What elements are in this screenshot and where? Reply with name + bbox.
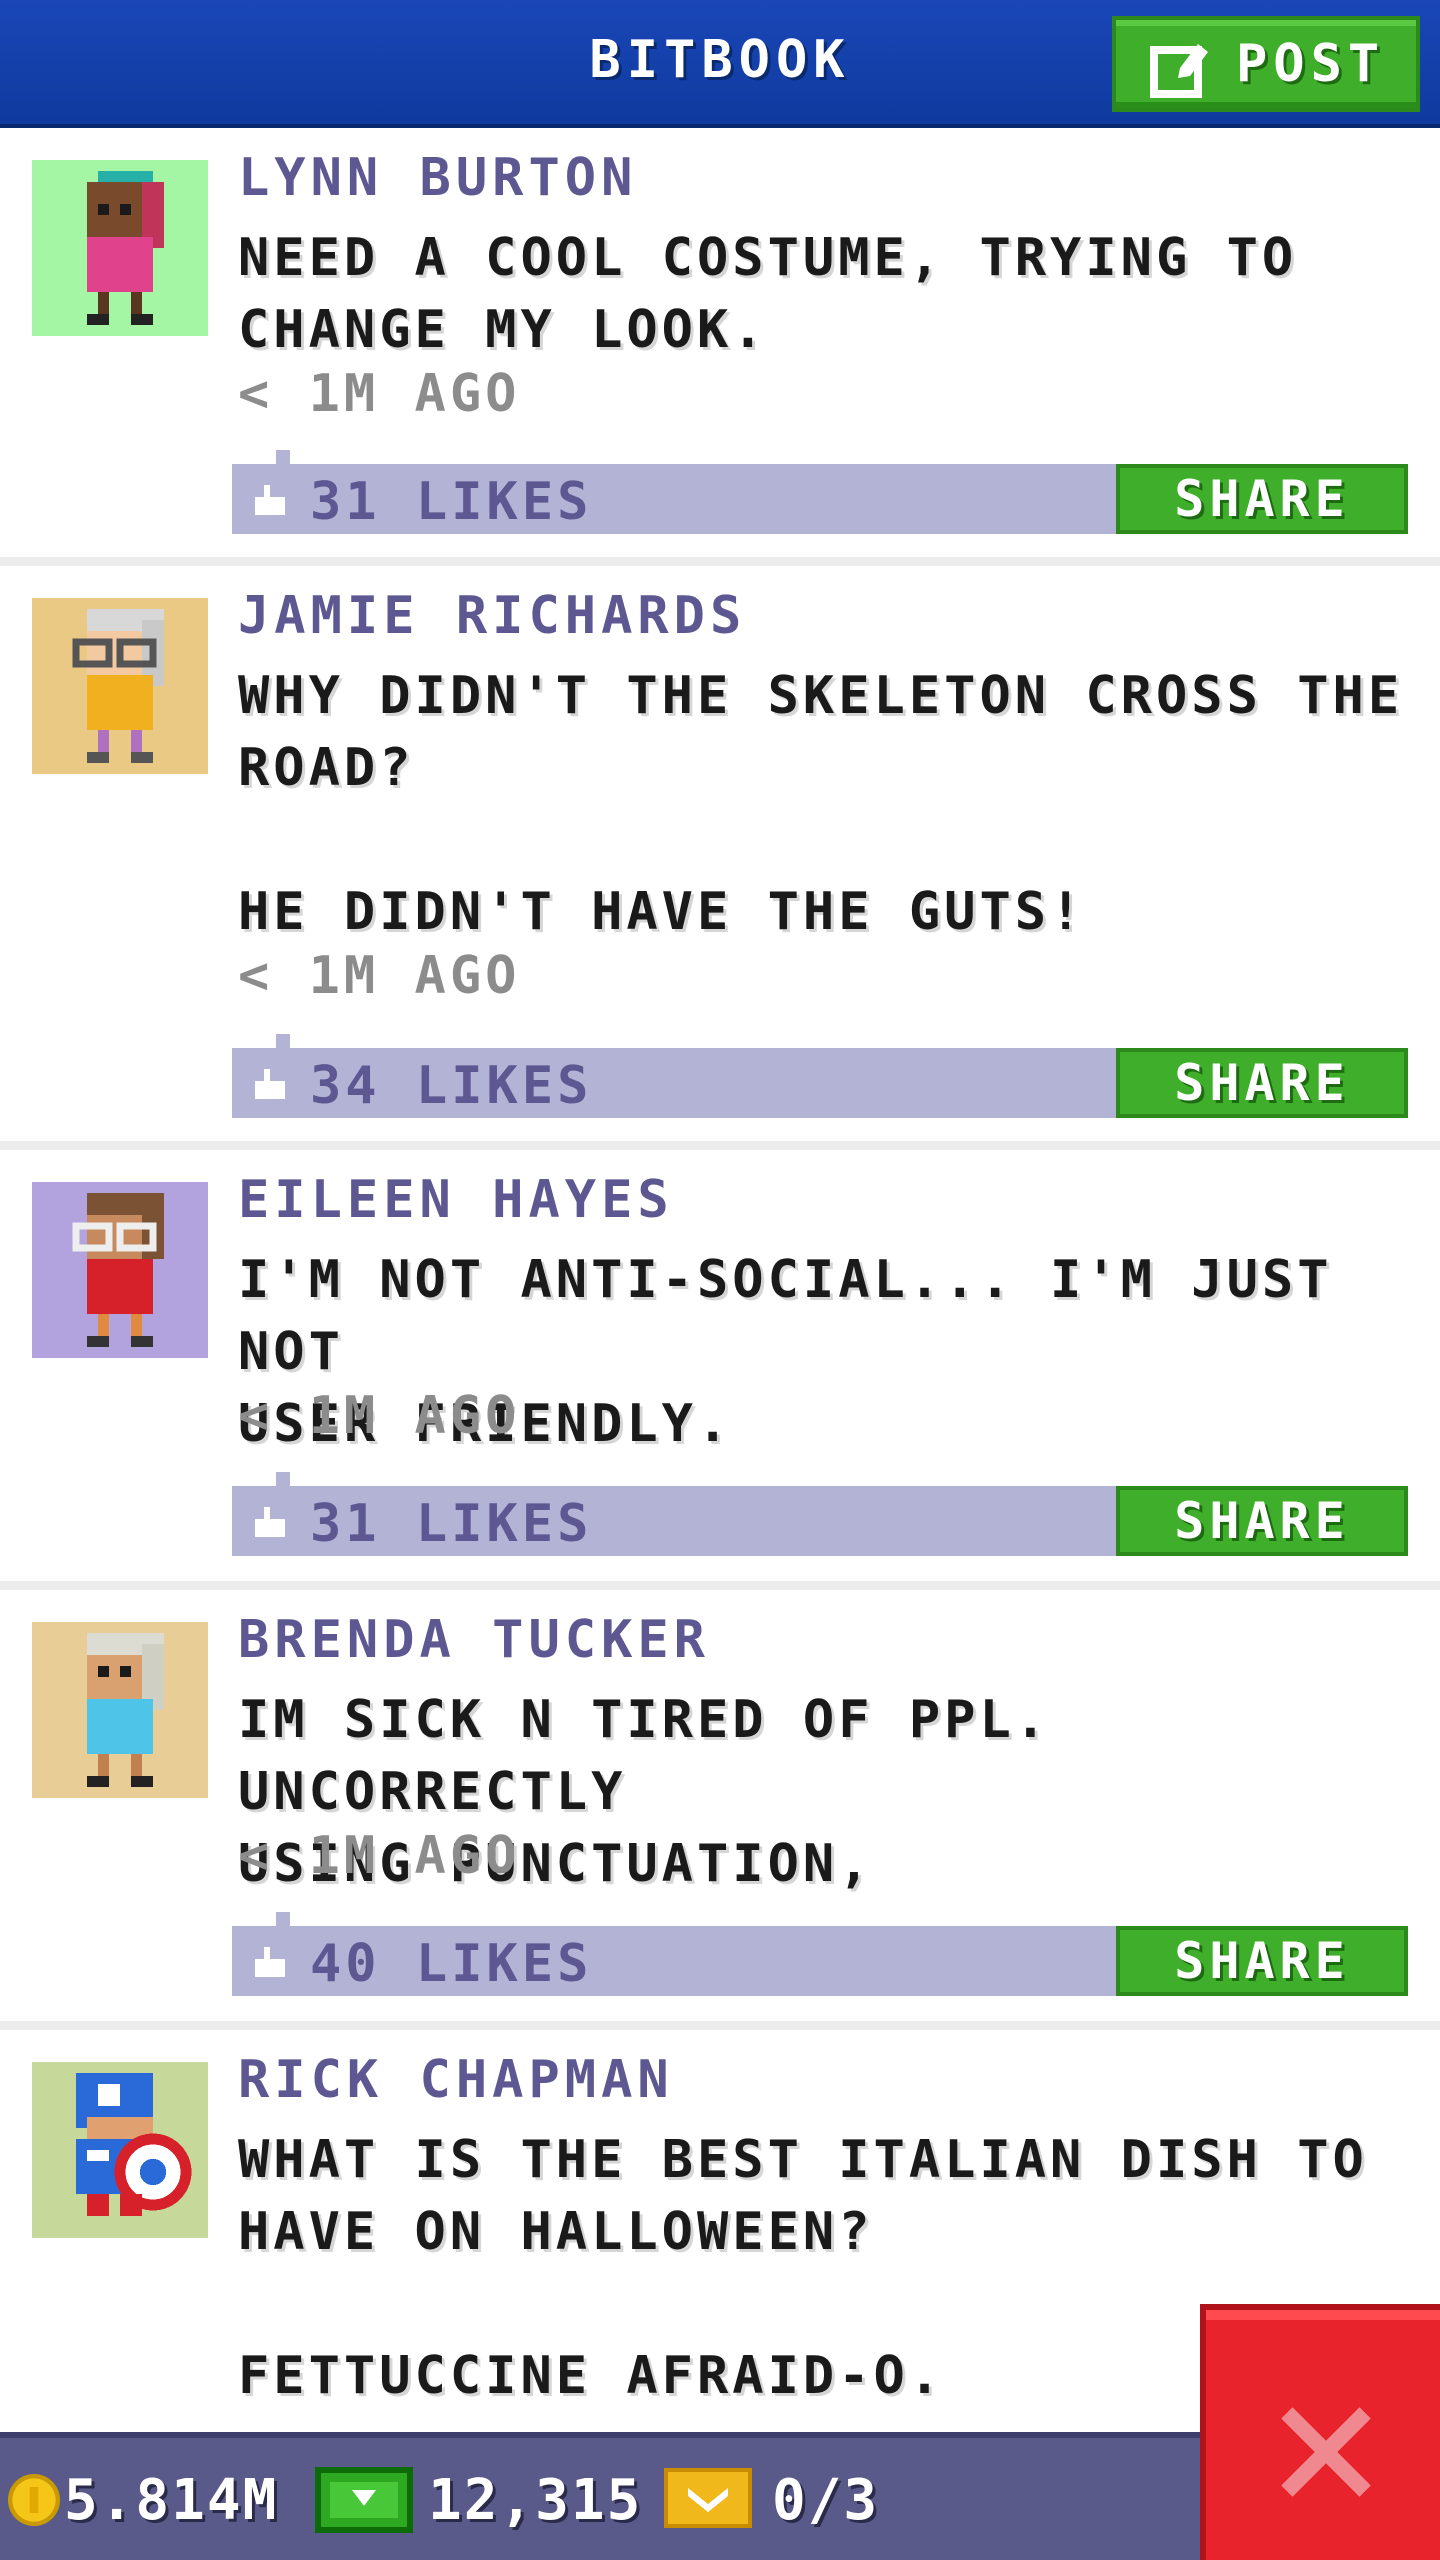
post-author[interactable]: JAMIE RICHARDS: [238, 586, 746, 646]
feed[interactable]: LYNN BURTON NEED A COOL COSTUME, TRYING …: [0, 128, 1440, 2454]
post-time: < 1M AGO: [238, 1826, 521, 1886]
post-author[interactable]: BRENDA TUCKER: [238, 1610, 710, 1670]
app-header: BITBOOK POST: [0, 0, 1440, 128]
coins-amount: 5.814M: [64, 2468, 279, 2533]
bux-icon: [315, 2467, 413, 2533]
avatar: [32, 1182, 208, 1358]
like-bar: 31 LIKES SHARE: [232, 450, 1408, 534]
like-bar: 40 LIKES SHARE: [232, 1912, 1408, 1996]
close-icon: [1281, 2407, 1371, 2497]
bux-amount: 12,315: [428, 2468, 643, 2533]
post-time: < 1M AGO: [238, 1386, 521, 1446]
thumbs-up-icon[interactable]: [252, 1944, 288, 1980]
feed-post: EILEEN HAYES I'M NOT ANTI-SOCIAL... I'M …: [0, 1150, 1440, 1590]
feed-post: BRENDA TUCKER IM SICK N TIRED OF PPL. UN…: [0, 1590, 1440, 2030]
post-button[interactable]: POST: [1112, 16, 1420, 112]
share-button[interactable]: SHARE: [1116, 1926, 1408, 1996]
avatar: [32, 1622, 208, 1798]
tickets-count: 0/3: [772, 2468, 880, 2533]
thumbs-up-icon[interactable]: [252, 482, 288, 518]
like-bar: 31 LIKES SHARE: [232, 1472, 1408, 1556]
post-time: < 1M AGO: [238, 946, 521, 1006]
likes-count: 31 LIKES: [310, 472, 593, 532]
post-text: NEED A COOL COSTUME, TRYING TO CHANGE MY…: [238, 228, 1298, 360]
like-bar: 34 LIKES SHARE: [232, 1034, 1408, 1118]
post-author[interactable]: RICK CHAPMAN: [238, 2050, 674, 2110]
thumbs-up-icon[interactable]: [252, 1504, 288, 1540]
post-time: < 1M AGO: [238, 364, 521, 424]
post-button-label: POST: [1236, 34, 1386, 94]
post-author[interactable]: EILEEN HAYES: [238, 1170, 674, 1230]
feed-post: JAMIE RICHARDS WHY DIDN'T THE SKELETON C…: [0, 566, 1440, 1150]
likes-count: 31 LIKES: [310, 1494, 593, 1554]
likes-count: 34 LIKES: [310, 1056, 593, 1116]
avatar: [32, 2062, 208, 2238]
likes-count: 40 LIKES: [310, 1934, 593, 1994]
post-text: WHY DIDN'T THE SKELETON CROSS THE ROAD? …: [238, 666, 1404, 942]
coin-icon: [8, 2474, 60, 2526]
edit-icon: [1150, 44, 1208, 98]
share-button[interactable]: SHARE: [1116, 1048, 1408, 1118]
share-button[interactable]: SHARE: [1116, 1486, 1408, 1556]
share-button[interactable]: SHARE: [1116, 464, 1408, 534]
avatar: [32, 160, 208, 336]
thumbs-up-icon[interactable]: [252, 1066, 288, 1102]
close-button[interactable]: [1200, 2304, 1440, 2560]
post-author[interactable]: LYNN BURTON: [238, 148, 637, 208]
feed-post: LYNN BURTON NEED A COOL COSTUME, TRYING …: [0, 128, 1440, 566]
ticket-icon: [664, 2468, 752, 2528]
avatar: [32, 598, 208, 774]
